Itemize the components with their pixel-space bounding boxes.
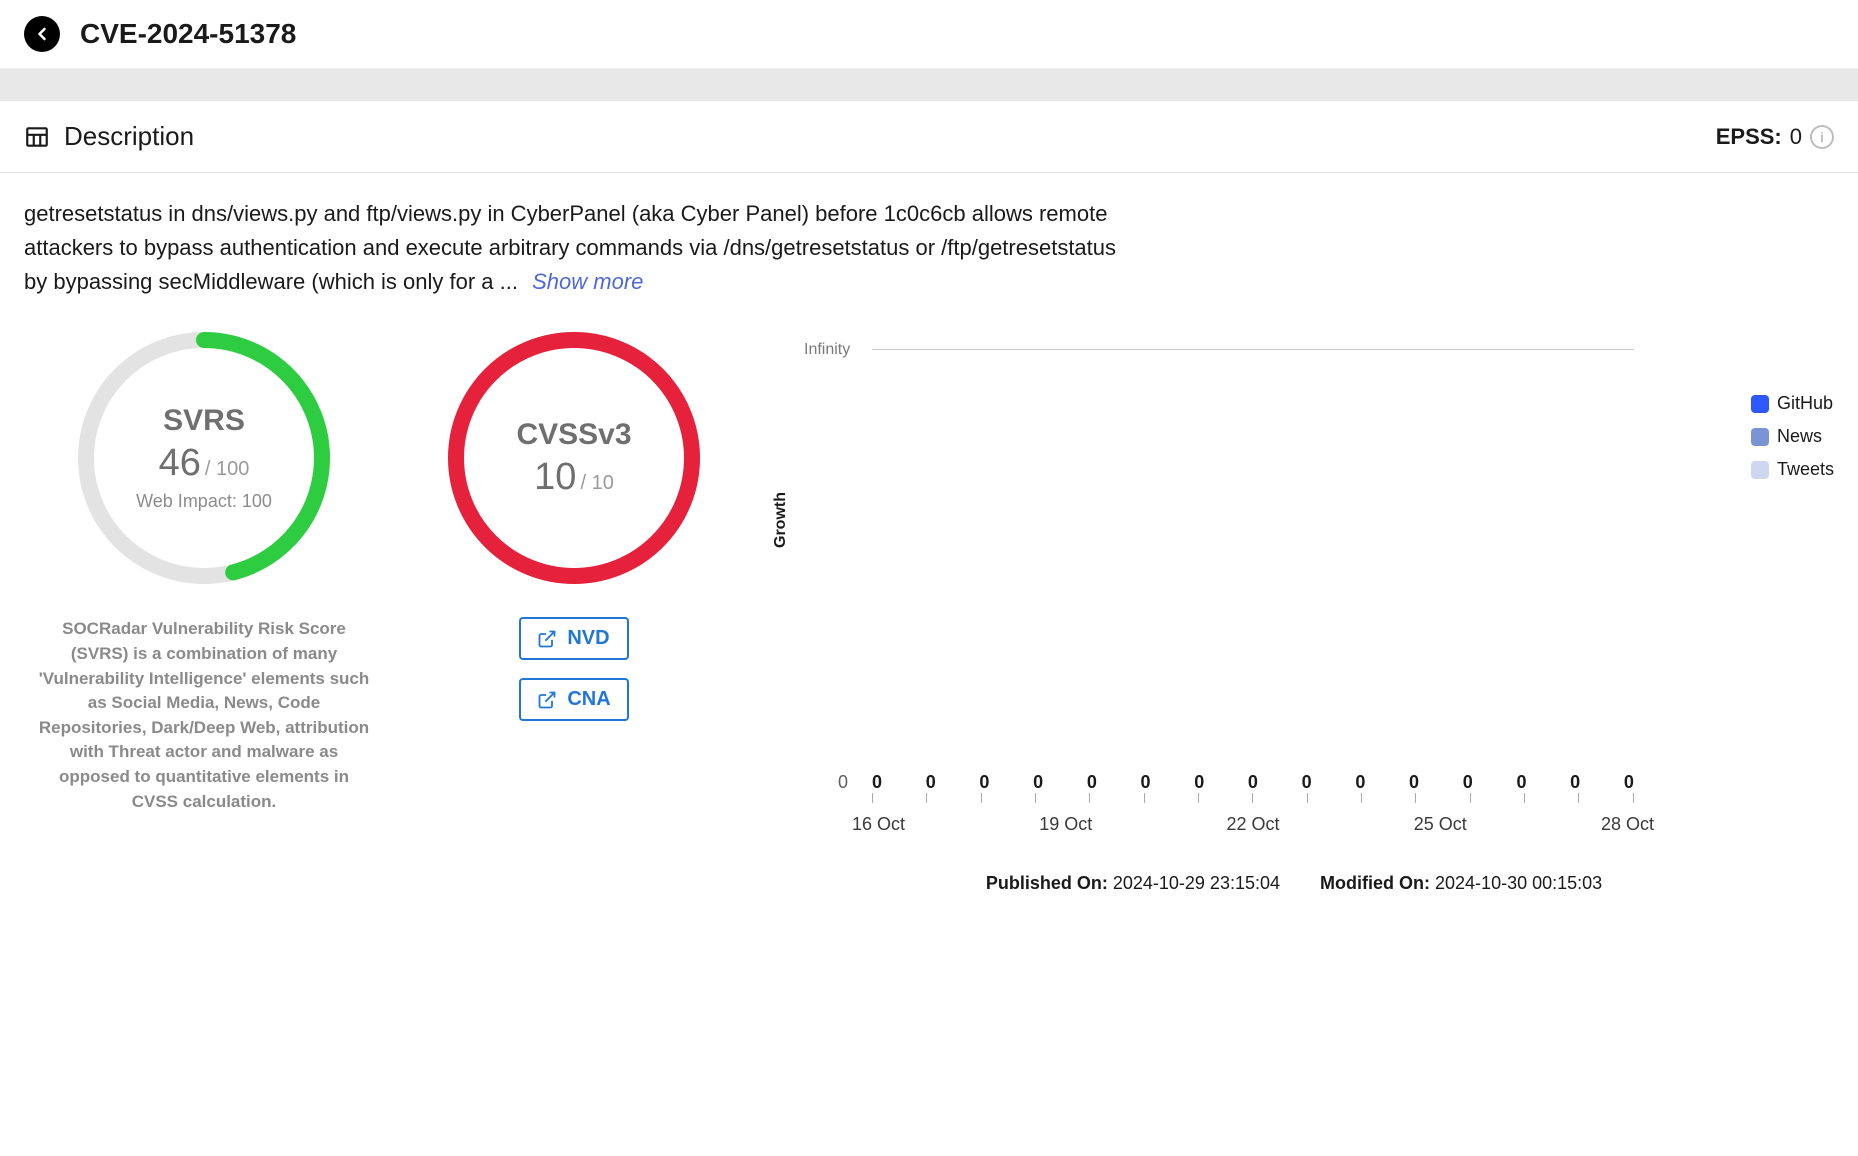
data-point-label: 0 [1624,772,1634,793]
open-external-icon [537,629,557,649]
cvss-label: CVSSv3 [516,418,631,452]
svrs-label: SVRS [163,404,245,438]
timestamps-row: Published On: 2024-10-29 23:15:04 Modifi… [986,873,1612,894]
cna-link-button[interactable]: CNA [519,678,628,721]
cvss-column: CVSSv3 10 / 10 NVD CNA [424,323,724,721]
list-details-icon [24,124,50,150]
growth-chart: Infinity Growth 0 0 0 0 0 0 0 0 0 0 0 0 0 0 0 0 16 Oct… [764,323,1834,853]
published-on: Published On: 2024-10-29 23:15:04 [986,873,1280,894]
description-block: getresetstatus in dns/views.py and ftp/v… [0,173,1150,323]
back-button[interactable] [24,16,60,52]
svrs-max: / 100 [205,458,249,481]
page-title: CVE-2024-51378 [80,18,296,50]
cvss-max: / 10 [580,472,613,495]
svrs-gauge: SVRS 46 / 100 Web Impact: 100 [69,323,339,593]
panels: SVRS 46 / 100 Web Impact: 100 SOCRadar V… [0,323,1858,918]
data-point-label: 0 [1087,772,1097,793]
data-point-label: 0 [926,772,936,793]
data-point-label: 0 [979,772,989,793]
y-tick-bottom: 0 [838,772,848,793]
show-more-link[interactable]: Show more [532,269,643,294]
legend-label: GitHub [1777,393,1833,414]
svrs-value: 46 [159,442,201,485]
legend-swatch [1751,428,1769,446]
epss-value: 0 [1790,124,1802,150]
data-point-label: 0 [1570,772,1580,793]
nvd-link-label: NVD [567,627,609,650]
data-point-label: 0 [1248,772,1258,793]
svrs-description: SOCRadar Vulnerability Risk Score (SVRS)… [34,617,374,814]
svrs-sub: Web Impact: 100 [136,491,272,512]
legend-item[interactable]: Tweets [1751,459,1834,480]
open-external-icon [537,690,557,710]
chart-x-ticks [872,793,1634,803]
info-icon[interactable]: i [1810,125,1834,149]
section-header: Description EPSS: 0 i [0,101,1858,173]
cna-link-label: CNA [567,688,610,711]
chart-legend: GitHub News Tweets [1751,393,1834,480]
y-tick-top: Infinity [804,341,850,359]
legend-swatch [1751,395,1769,413]
epss-block: EPSS: 0 i [1716,124,1834,150]
legend-item[interactable]: GitHub [1751,393,1834,414]
data-point-label: 0 [1302,772,1312,793]
legend-label: Tweets [1777,459,1834,480]
data-point-label: 0 [872,772,882,793]
chart-column: Infinity Growth 0 0 0 0 0 0 0 0 0 0 0 0 0 0 0 0 16 Oct… [764,323,1834,894]
grey-strip [0,69,1858,101]
chart-x-labels: 16 Oct 19 Oct 22 Oct 25 Oct 28 Oct [852,814,1654,835]
chart-y-label: Growth [772,492,790,548]
header-bar: CVE-2024-51378 [0,0,1858,69]
chart-data-labels: 0 0 0 0 0 0 0 0 0 0 0 0 0 0 0 [872,772,1634,793]
svrs-column: SVRS 46 / 100 Web Impact: 100 SOCRadar V… [24,323,384,814]
nvd-link-button[interactable]: NVD [519,617,628,660]
external-links: NVD CNA [519,617,628,721]
x-tick-label: 19 Oct [1039,814,1092,835]
data-point-label: 0 [1516,772,1526,793]
x-tick-label: 28 Oct [1601,814,1654,835]
data-point-label: 0 [1409,772,1419,793]
modified-on: Modified On: 2024-10-30 00:15:03 [1320,873,1602,894]
data-point-label: 0 [1141,772,1151,793]
arrow-left-icon [32,24,52,44]
data-point-label: 0 [1194,772,1204,793]
legend-label: News [1777,426,1822,447]
chart-gridline [872,349,1634,350]
data-point-label: 0 [1033,772,1043,793]
data-point-label: 0 [1355,772,1365,793]
x-tick-label: 22 Oct [1226,814,1279,835]
legend-swatch [1751,461,1769,479]
cvss-gauge: CVSSv3 10 / 10 [439,323,709,593]
data-point-label: 0 [1463,772,1473,793]
x-tick-label: 16 Oct [852,814,905,835]
legend-item[interactable]: News [1751,426,1834,447]
cvss-value: 10 [534,456,576,499]
epss-label: EPSS: [1716,124,1782,150]
x-tick-label: 25 Oct [1414,814,1467,835]
section-title: Description [64,121,194,152]
